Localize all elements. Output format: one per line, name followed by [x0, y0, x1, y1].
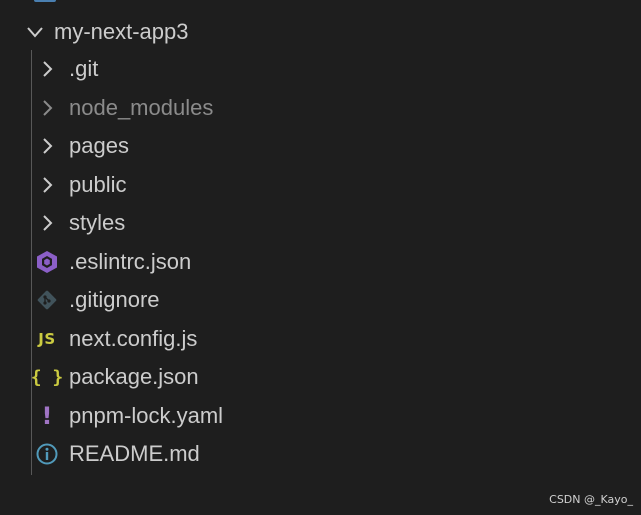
file-label: README.md	[69, 441, 200, 466]
chevron-right-icon[interactable]	[32, 54, 62, 84]
folder-public[interactable]: public	[32, 166, 126, 204]
javascript-icon: JS	[38, 330, 56, 348]
file-eslintrc[interactable]: .eslintrc.json	[32, 243, 191, 281]
chevron-right-icon[interactable]	[32, 208, 62, 238]
watermark: CSDN @_Kayo_	[549, 493, 633, 506]
chevron-right-icon[interactable]	[32, 93, 62, 123]
tsconfig-icon	[34, 0, 56, 2]
folder-git[interactable]: .git	[32, 50, 98, 88]
folder-styles[interactable]: styles	[32, 204, 125, 242]
folder-label: .git	[69, 56, 99, 81]
file-label: .eslintrc.json	[69, 249, 192, 274]
folder-label: public	[69, 172, 127, 197]
file-label: next.config.js	[69, 326, 198, 351]
folder-my-next-app3[interactable]: my-next-app3	[22, 13, 189, 51]
file-gitignore[interactable]: .gitignore	[32, 281, 160, 319]
folder-node-modules[interactable]: node_modules	[32, 89, 213, 127]
yaml-icon: !	[41, 402, 53, 430]
chevron-right-icon[interactable]	[32, 131, 62, 161]
git-icon	[32, 285, 62, 315]
chevron-right-icon[interactable]	[32, 170, 62, 200]
folder-label: pages	[69, 133, 129, 158]
folder-pages[interactable]: pages	[32, 127, 129, 165]
file-package-json[interactable]: { } package.json	[30, 358, 199, 396]
folder-label: my-next-app3	[54, 19, 189, 44]
partial-file-item[interactable]	[34, 0, 174, 4]
file-label: package.json	[69, 364, 199, 389]
file-explorer: my-next-app3 .git node_modules pages pub…	[0, 0, 641, 515]
chevron-down-icon[interactable]	[22, 19, 48, 45]
eslint-icon	[32, 247, 62, 277]
file-pnpm-lock[interactable]: ! pnpm-lock.yaml	[32, 397, 224, 435]
file-readme[interactable]: README.md	[32, 435, 200, 473]
file-next-config[interactable]: JS next.config.js	[32, 320, 197, 358]
json-icon: { }	[30, 366, 64, 388]
file-label: .gitignore	[69, 287, 160, 312]
info-icon	[32, 439, 62, 469]
folder-label: node_modules	[69, 95, 214, 120]
folder-label: styles	[69, 210, 126, 235]
file-label: pnpm-lock.yaml	[69, 403, 224, 428]
